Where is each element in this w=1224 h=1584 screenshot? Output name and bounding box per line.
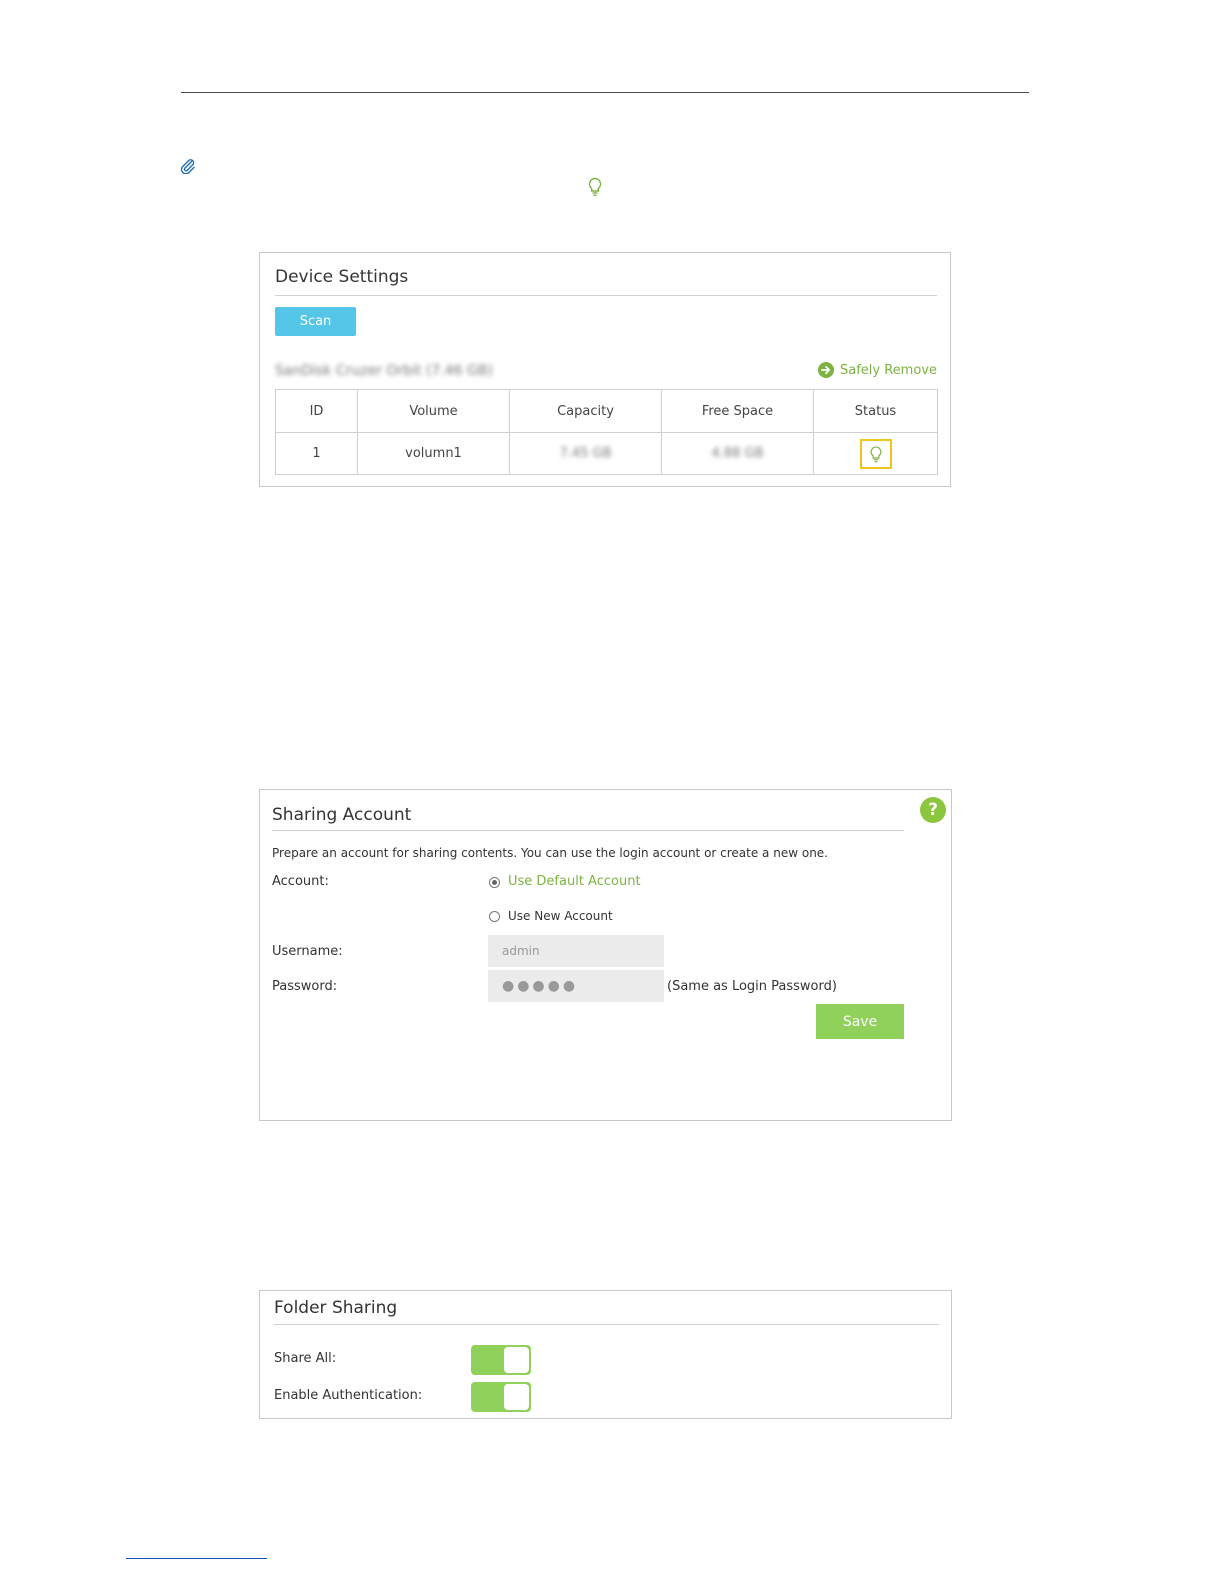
column-header-volume: Volume bbox=[357, 389, 510, 433]
share-all-label: Share All: bbox=[274, 1351, 337, 1366]
option-new-account-label[interactable]: Use New Account bbox=[508, 909, 613, 923]
column-header-free-space: Free Space bbox=[661, 389, 814, 433]
cell-volume: volumn1 bbox=[357, 432, 510, 475]
panel-title: Device Settings bbox=[275, 267, 409, 287]
safely-remove-link[interactable]: Safely Remove bbox=[818, 362, 937, 378]
password-dots: ●●●●● bbox=[502, 978, 579, 994]
table-header-row: ID Volume Capacity Free Space Status bbox=[275, 389, 938, 433]
cell-free-space: 4.88 GB bbox=[661, 432, 814, 475]
device-table: ID Volume Capacity Free Space Status 1 v… bbox=[275, 389, 938, 475]
scan-button[interactable]: Scan bbox=[275, 307, 356, 336]
sharing-description: Prepare an account for sharing contents.… bbox=[272, 846, 828, 860]
table-row: 1 volumn1 7.45 GB 4.88 GB bbox=[275, 432, 938, 475]
panel-title: Folder Sharing bbox=[274, 1298, 398, 1318]
arrow-right-circle-icon bbox=[818, 362, 834, 378]
option-default-account-label[interactable]: Use Default Account bbox=[508, 874, 641, 889]
toggle-knob bbox=[504, 1347, 529, 1373]
enable-authentication-toggle[interactable] bbox=[471, 1382, 531, 1412]
device-settings-panel: Device Settings Scan SanDisk Cruzer Orbi… bbox=[259, 252, 951, 487]
username-input[interactable]: admin bbox=[488, 935, 664, 967]
title-divider bbox=[272, 830, 904, 831]
sharing-account-panel: Sharing Account ? Prepare an account for… bbox=[259, 789, 952, 1121]
device-name: SanDisk Cruzer Orbit (7.46 GB) bbox=[275, 363, 493, 379]
bulb-icon bbox=[870, 445, 881, 462]
username-label: Username: bbox=[272, 944, 343, 959]
title-divider bbox=[274, 1324, 939, 1325]
save-button[interactable]: Save bbox=[816, 1004, 904, 1039]
capacity-value: 7.45 GB bbox=[559, 446, 612, 461]
column-header-id: ID bbox=[275, 389, 358, 433]
cell-id: 1 bbox=[275, 432, 358, 475]
column-header-status: Status bbox=[813, 389, 938, 433]
free-space-value: 4.88 GB bbox=[711, 446, 764, 461]
radio-default-account[interactable] bbox=[489, 877, 500, 888]
bulb-icon bbox=[588, 177, 602, 196]
panel-title: Sharing Account bbox=[272, 805, 412, 825]
enable-authentication-label: Enable Authentication: bbox=[274, 1388, 423, 1403]
footnote-rule bbox=[126, 1558, 267, 1559]
status-toggle[interactable] bbox=[859, 438, 892, 469]
password-label: Password: bbox=[272, 979, 338, 994]
cell-capacity: 7.45 GB bbox=[509, 432, 662, 475]
title-divider bbox=[275, 295, 937, 296]
account-label: Account: bbox=[272, 874, 329, 889]
share-all-toggle[interactable] bbox=[471, 1345, 531, 1375]
folder-sharing-panel: Folder Sharing Share All: Enable Authent… bbox=[259, 1290, 952, 1419]
column-header-capacity: Capacity bbox=[509, 389, 662, 433]
password-note: (Same as Login Password) bbox=[667, 979, 837, 994]
safely-remove-label: Safely Remove bbox=[840, 362, 937, 378]
cell-status bbox=[813, 432, 938, 475]
radio-new-account[interactable] bbox=[489, 911, 500, 922]
header-rule bbox=[181, 92, 1029, 93]
toggle-knob bbox=[504, 1384, 529, 1410]
paperclip-icon bbox=[180, 159, 195, 174]
help-icon[interactable]: ? bbox=[920, 797, 946, 823]
password-input[interactable]: ●●●●● bbox=[488, 970, 664, 1002]
